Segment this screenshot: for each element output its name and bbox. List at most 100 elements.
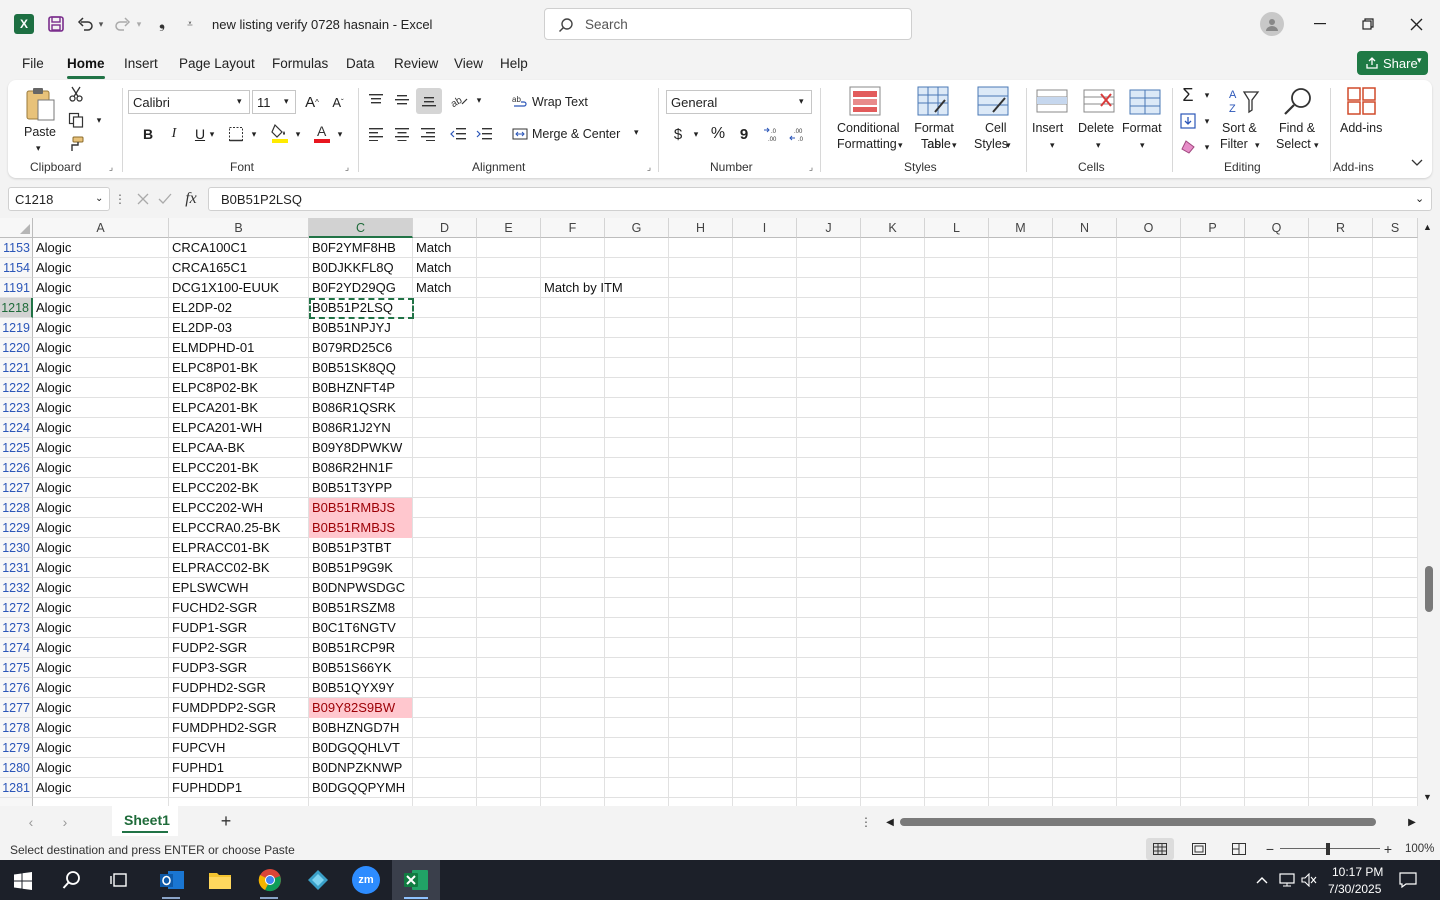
cell-d1223[interactable] <box>413 398 476 418</box>
cell-d1153[interactable]: Match <box>413 238 476 258</box>
cell-d1191[interactable]: Match <box>413 278 476 298</box>
scroll-up-icon[interactable]: ▲ <box>1423 222 1432 232</box>
collapse-ribbon-icon[interactable] <box>1410 156 1424 170</box>
column-header-i[interactable]: I <box>733 218 797 238</box>
cell-a1274[interactable]: Alogic <box>33 638 168 658</box>
cell-c1226[interactable]: B086R2HN1F <box>309 458 412 478</box>
cell-a1226[interactable]: Alogic <box>33 458 168 478</box>
font-size-select[interactable]: 11 ▾ <box>252 90 296 114</box>
cell-d1226[interactable] <box>413 458 476 478</box>
cell-a1223[interactable]: Alogic <box>33 398 168 418</box>
percent-style-icon[interactable]: % <box>708 124 728 144</box>
cell-c1279[interactable]: B0DGQQHLVT <box>309 738 412 758</box>
align-right-icon[interactable] <box>418 124 438 144</box>
cell-a1220[interactable]: Alogic <box>33 338 168 358</box>
cell-d1278[interactable] <box>413 718 476 738</box>
cell-c1231[interactable]: B0B51P9G9K <box>309 558 412 578</box>
vpn-app-icon[interactable] <box>304 866 332 894</box>
cell-c1153[interactable]: B0F2YMF8HB <box>309 238 412 258</box>
cell-f1229[interactable] <box>541 518 797 538</box>
increase-indent-icon[interactable] <box>474 124 494 144</box>
cell-b1191[interactable]: DCG1X100-EUUK <box>169 278 308 298</box>
column-header-d[interactable]: D <box>413 218 477 238</box>
customize-qat-icon[interactable]: ⩡ <box>182 14 198 34</box>
cell-c1272[interactable]: B0B51RSZM8 <box>309 598 412 618</box>
cell-f1279[interactable] <box>541 738 797 758</box>
cell-b1227[interactable]: ELPCC202-BK <box>169 478 308 498</box>
notifications-icon[interactable] <box>1398 871 1418 889</box>
cell-c1219[interactable]: B0B51NPJYJ <box>309 318 412 338</box>
row-header[interactable]: 1232 <box>0 578 33 598</box>
cell-b1277[interactable]: FUMDPDP2-SGR <box>169 698 308 718</box>
outlook-app-icon[interactable] <box>158 866 186 894</box>
cell-c1277[interactable]: B09Y82S9BW <box>309 698 412 718</box>
scroll-right-icon[interactable]: ▶ <box>1406 814 1418 830</box>
borders-dropdown-icon[interactable]: ▾ <box>250 127 258 141</box>
column-header-j[interactable]: J <box>797 218 861 238</box>
row-header[interactable]: 1153 <box>0 238 33 258</box>
save-icon[interactable] <box>46 14 66 34</box>
search-box[interactable]: Search <box>544 8 912 40</box>
row-header[interactable]: 1218 <box>0 298 33 318</box>
cell-c1280[interactable]: B0DNPZKNWP <box>309 758 412 778</box>
conditional-formatting-button[interactable]: Conditional Formatting ▾ <box>828 84 903 156</box>
row-header[interactable]: 1231 <box>0 558 33 578</box>
cell-d1274[interactable] <box>413 638 476 658</box>
cell-f1153[interactable] <box>541 238 797 258</box>
font-launcher-icon[interactable]: ⌟ <box>342 162 352 172</box>
merge-center-button[interactable]: Merge & Center ▾ <box>510 124 650 144</box>
cell-d1229[interactable] <box>413 518 476 538</box>
cell-d1224[interactable] <box>413 418 476 438</box>
windows-start-icon[interactable] <box>12 870 34 892</box>
align-left-icon[interactable] <box>366 124 386 144</box>
cell-b1222[interactable]: ELPC8P02-BK <box>169 378 308 398</box>
cell-a1230[interactable]: Alogic <box>33 538 168 558</box>
row-header[interactable]: 1279 <box>0 738 33 758</box>
cell-d1279[interactable] <box>413 738 476 758</box>
cell-a1221[interactable]: Alogic <box>33 358 168 378</box>
cell-a1153[interactable]: Alogic <box>33 238 168 258</box>
cell-b1224[interactable]: ELPCA201-WH <box>169 418 308 438</box>
row-header[interactable]: 1225 <box>0 438 33 458</box>
tab-insert[interactable]: Insert <box>124 56 158 71</box>
format-painter-qat-icon[interactable]: ❟ <box>152 14 172 34</box>
taskbar-time[interactable]: 10:17 PM <box>1332 865 1383 879</box>
comma-style-icon[interactable]: 9 <box>734 124 754 144</box>
cell-f1224[interactable] <box>541 418 797 438</box>
cell-d1154[interactable]: Match <box>413 258 476 278</box>
cell-c1274[interactable]: B0B51RCP9R <box>309 638 412 658</box>
cell-c1273[interactable]: B0C1T6NGTV <box>309 618 412 638</box>
scroll-left-icon[interactable]: ◀ <box>884 814 896 830</box>
column-header-h[interactable]: H <box>669 218 733 238</box>
cell-c1154[interactable]: B0DJKKFL8Q <box>309 258 412 278</box>
insert-function-icon[interactable]: fx <box>180 189 202 209</box>
column-header-e[interactable]: E <box>477 218 541 238</box>
sheet-tab-sheet1[interactable]: Sheet1 <box>112 806 178 836</box>
fill-color-icon[interactable] <box>270 122 290 144</box>
decrease-indent-icon[interactable] <box>448 124 468 144</box>
account-avatar-icon[interactable] <box>1260 12 1284 36</box>
cell-d1218[interactable] <box>413 298 476 318</box>
cell-f1277[interactable] <box>541 698 797 718</box>
row-header[interactable]: 1228 <box>0 498 33 518</box>
cell-b1275[interactable]: FUDP3-SGR <box>169 658 308 678</box>
cell-f1276[interactable] <box>541 678 797 698</box>
cell-a1229[interactable]: Alogic <box>33 518 168 538</box>
cell-b1218[interactable]: EL2DP-02 <box>169 298 308 318</box>
increase-font-size-icon[interactable]: A ^ <box>302 92 322 112</box>
column-header-s[interactable]: S <box>1373 218 1418 238</box>
row-header[interactable]: 1223 <box>0 398 33 418</box>
cell-d1277[interactable] <box>413 698 476 718</box>
insert-cells-button[interactable]: Insert ▾ <box>1030 84 1074 156</box>
cell-c1275[interactable]: B0B51S66YK <box>309 658 412 678</box>
cell-b1229[interactable]: ELPCCRA0.25-BK <box>169 518 308 538</box>
orientation-icon[interactable]: ab <box>448 90 470 110</box>
cell-c1281[interactable]: B0DGQQPYMH <box>309 778 412 798</box>
cell-d1219[interactable] <box>413 318 476 338</box>
column-header-q[interactable]: Q <box>1245 218 1309 238</box>
sort-filter-button[interactable]: AZ Sort & Filter ▾ <box>1220 84 1266 156</box>
cell-d1231[interactable] <box>413 558 476 578</box>
cell-f1280[interactable] <box>541 758 797 778</box>
task-view-icon[interactable] <box>108 869 130 891</box>
close-icon[interactable] <box>1402 14 1430 34</box>
